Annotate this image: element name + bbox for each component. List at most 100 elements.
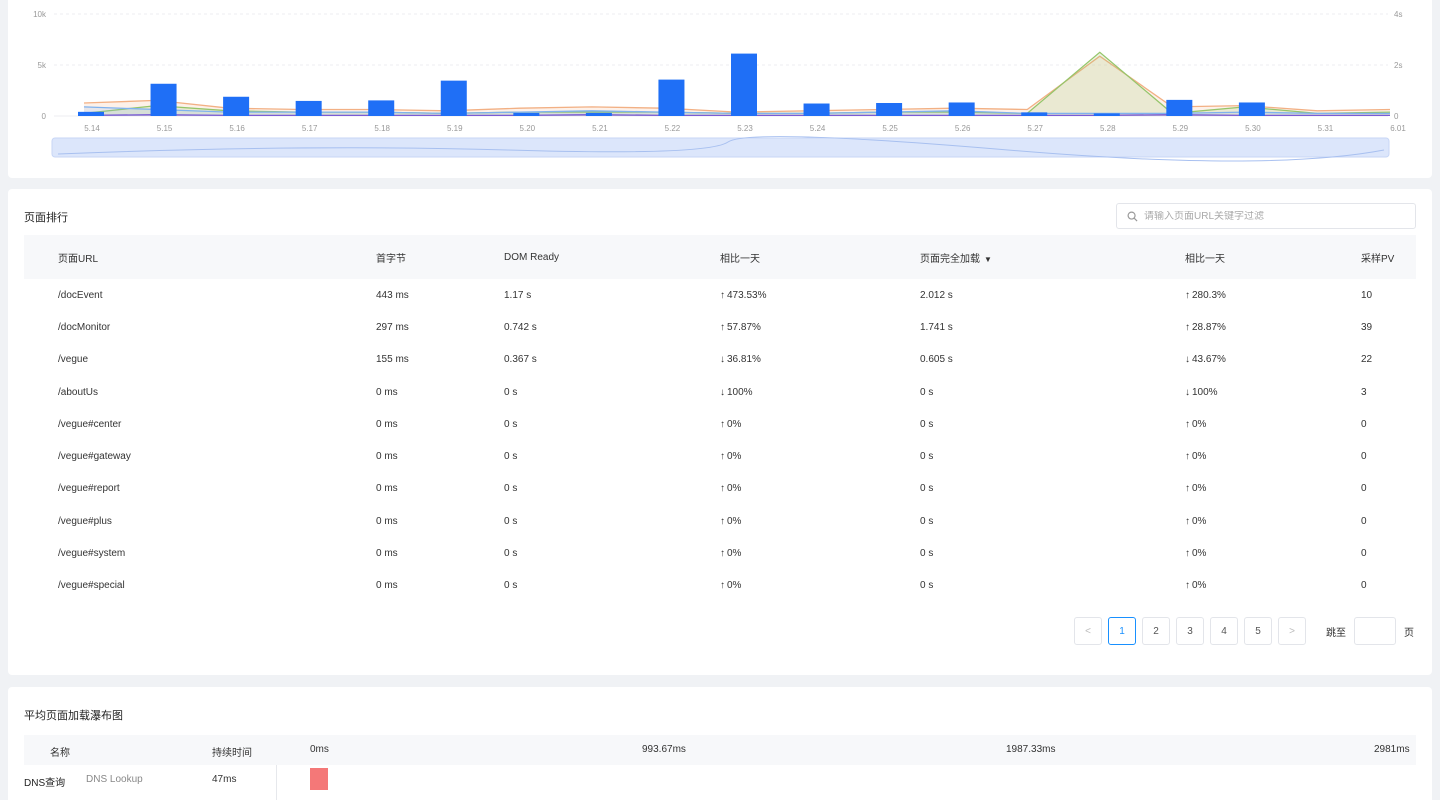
pagination: < 1 2 3 4 5 > 跳至 页 [1074,617,1414,645]
page-button-5[interactable]: 5 [1244,617,1272,645]
cell-dom-ready: 0.742 s [504,321,537,333]
table-row[interactable]: /vegue#gateway 0 ms 0 s ↑ 0% 0 s ↑ 0% 0 [24,440,1416,472]
cell-full-load: 2.012 s [920,289,953,301]
cell-ttfb: 0 ms [376,386,398,398]
chart-bar [803,103,830,116]
cell-compare-1: ↓ 36.81% [686,344,886,376]
cell-url[interactable]: /docEvent [24,279,342,311]
cell-compare-2-value: 0% [1192,548,1207,560]
cell-dom-ready: 0 s [504,451,518,463]
chart-bar [948,102,975,116]
waterfall-row-dns: DNS查询 DNS Lookup 47ms [24,765,1416,800]
page-button-4[interactable]: 4 [1210,617,1238,645]
table-row[interactable]: /docEvent 443 ms 1.17 s ↑ 473.53% 2.012 s ↑ 280… [24,279,1416,311]
cell-compare-1: ↑ 0% [686,570,886,602]
cell-compare-2: ↑ 28.87% [1151,311,1327,343]
cell-compare-1-value: 0% [727,451,742,463]
cell-url[interactable]: /vegue#center [24,408,342,440]
col-header-ttfb[interactable]: 首字节 [342,235,470,279]
arrow-up-icon: ↑ [720,451,725,463]
table-row[interactable]: /vegue#report 0 ms 0 s ↑ 0% 0 s ↑ 0% 0 [24,473,1416,505]
x-tick-label: 5.30 [1245,124,1261,133]
table-row[interactable]: /vegue#plus 0 ms 0 s ↑ 0% 0 s ↑ 0% 0 [24,505,1416,537]
x-tick-label: 5.23 [737,124,753,133]
cell-sample-pv: 22 [1361,354,1373,366]
waterfall-tick-3: 2981ms [1374,744,1410,755]
x-tick-label: 5.18 [374,124,390,133]
cell-dom-ready: 0 s [504,386,518,398]
cell-url[interactable]: /docMonitor [24,311,342,343]
chart-bar [1166,99,1193,116]
chart-bar [78,111,104,116]
page-ranking-table: 页面URL 首字节 DOM Ready 相比一天 页面完全加载 ▼ 相比一天 采样… [24,235,1416,602]
arrow-up-icon: ↑ [1185,548,1190,560]
arrow-up-icon: ↑ [720,289,725,301]
next-page-button[interactable]: > [1278,617,1306,645]
x-tick-label: 5.25 [882,124,898,133]
x-tick-label: 5.27 [1027,124,1043,133]
table-row[interactable]: /aboutUs 0 ms 0 s ↓ 100% 0 s ↓ 100% 3 [24,376,1416,408]
cell-compare-1-value: 100% [727,386,753,398]
arrow-up-icon: ↑ [1185,418,1190,430]
col-header-compare-day-2[interactable]: 相比一天 [1151,235,1327,279]
cell-url[interactable]: /vegue#system [24,537,342,569]
chart-bar [295,100,322,116]
cell-url[interactable]: /vegue#plus [24,505,342,537]
page-button-1[interactable]: 1 [1108,617,1136,645]
table-row[interactable]: /vegue#system 0 ms 0 s ↑ 0% 0 s ↑ 0% 0 [24,537,1416,569]
page-button-2[interactable]: 2 [1142,617,1170,645]
arrow-up-icon: ↑ [720,418,725,430]
col-header-sample-pv[interactable]: 采样PV [1327,235,1416,279]
chart-bar [1093,113,1120,116]
waterfall-header-name: 名称 [50,748,70,759]
cell-compare-2-value: 0% [1192,515,1207,527]
table-row[interactable]: /vegue 155 ms 0.367 s ↓ 36.81% 0.605 s ↓ 43.67%… [24,344,1416,376]
x-tick-label: 5.16 [229,124,245,133]
cell-compare-2-value: 100% [1192,386,1218,398]
arrow-up-icon: ↑ [720,321,725,333]
cell-url[interactable]: /vegue#special [24,570,342,602]
y-left-tick: 10k [33,10,47,19]
col-header-dom-ready[interactable]: DOM Ready [470,235,686,279]
waterfall-bar-dns[interactable] [310,768,328,790]
cell-url[interactable]: /vegue#gateway [24,440,342,472]
table-row[interactable]: /docMonitor 297 ms 0.742 s ↑ 57.87% 1.741 s ↑ 2… [24,311,1416,343]
cell-compare-2: ↑ 0% [1151,440,1327,472]
cell-dom-ready: 0 s [504,483,518,495]
caret-down-icon[interactable]: ▼ [984,255,992,264]
cell-ttfb: 0 ms [376,515,398,527]
cell-compare-2-value: 43.67% [1192,354,1226,366]
col-header-compare-day-1[interactable]: 相比一天 [686,235,886,279]
y-right-tick: 0 [1394,112,1399,121]
table-row[interactable]: /vegue#special 0 ms 0 s ↑ 0% 0 s ↑ 0% 0 [24,570,1416,602]
cell-compare-1: ↑ 0% [686,408,886,440]
page-button-3[interactable]: 3 [1176,617,1204,645]
cell-compare-2: ↓ 100% [1151,376,1327,408]
cell-ttfb: 155 ms [376,354,409,366]
table-row[interactable]: /vegue#center 0 ms 0 s ↑ 0% 0 s ↑ 0% 0 [24,408,1416,440]
goto-page-input[interactable] [1354,617,1396,645]
cell-dom-ready: 0 s [504,418,518,430]
prev-page-button[interactable]: < [1074,617,1102,645]
cell-full-load: 0 s [920,548,934,560]
url-search-box[interactable] [1116,203,1416,229]
col-header-full-load[interactable]: 页面完全加载 ▼ [886,235,1151,279]
cell-compare-2: ↑ 0% [1151,537,1327,569]
zoom-slider [51,137,1390,158]
cell-compare-1-value: 0% [727,418,742,430]
cell-url[interactable]: /vegue [24,344,342,376]
arrow-up-icon: ↑ [1185,289,1190,301]
chart-bar [876,103,903,116]
cell-compare-2-value: 28.87% [1192,321,1226,333]
col-header-url[interactable]: 页面URL [24,235,342,279]
arrow-up-icon: ↑ [1185,451,1190,463]
cell-url[interactable]: /vegue#report [24,473,342,505]
trend-chart: 0 0 5k 2s 10k 4s 5.14 5.15 5.16 5.17 5.18 5.19 5.20 5… [33,10,1406,162]
chart-bar [1238,102,1265,116]
cell-url[interactable]: /aboutUs [24,376,342,408]
cell-compare-2: ↑ 0% [1151,570,1327,602]
url-search-input[interactable] [1144,210,1394,222]
cell-compare-1-value: 473.53% [727,289,767,301]
x-tick-label: 5.22 [665,124,681,133]
chart-bar [731,53,757,116]
